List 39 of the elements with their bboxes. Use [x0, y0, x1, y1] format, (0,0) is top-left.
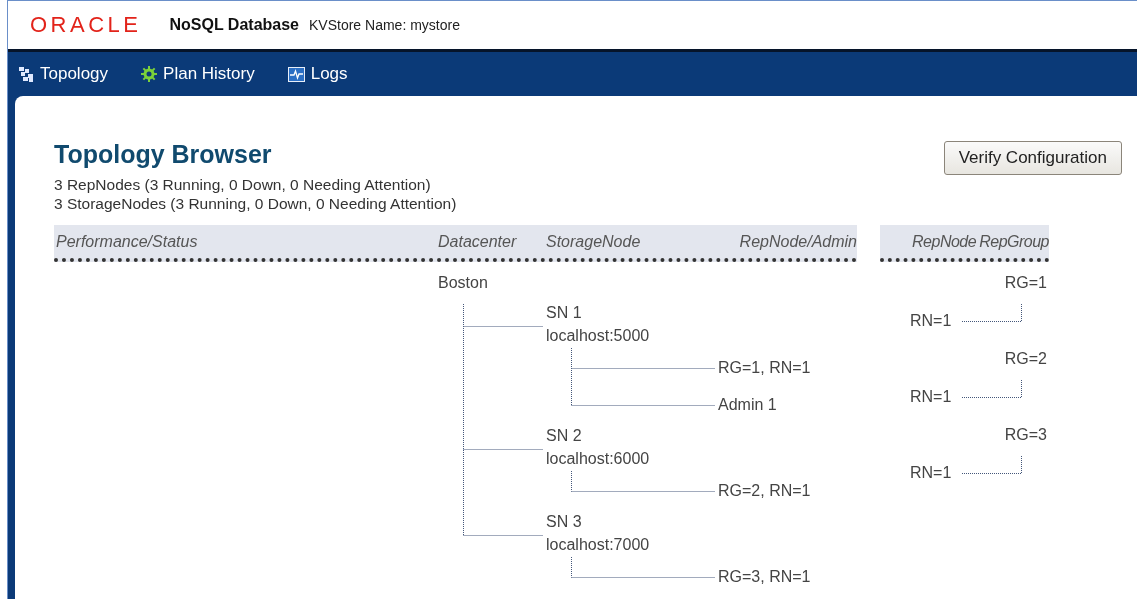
- host-label: localhost:5000: [546, 326, 650, 346]
- rep-node-label: RN=1: [910, 387, 952, 407]
- rep-group-label: RG=1: [1004, 273, 1047, 293]
- status-summary: 3 StorageNodes (3 Running, 0 Down, 0 Needing Attention): [54, 194, 457, 213]
- monitor-icon: [287, 66, 305, 82]
- datacenter-label: Boston: [438, 273, 488, 293]
- gear-icon: [141, 66, 158, 82]
- column-header: RepGroup: [979, 232, 1049, 251]
- nav-link[interactable]: Topology: [19, 64, 109, 84]
- grid-icon: [19, 66, 34, 82]
- column-header: Datacenter: [438, 232, 517, 251]
- page-title: Topology Browser: [54, 140, 273, 169]
- rep-node-label: Admin 1: [718, 395, 777, 415]
- rep-node-label: RG=1, RN=1: [718, 358, 811, 378]
- rep-node-label: RG=3, RN=1: [718, 567, 811, 587]
- status-summary: 3 RepNodes (3 Running, 0 Down, 0 Needing Attention): [54, 175, 432, 194]
- rep-group-label: RG=3: [1004, 425, 1047, 445]
- column-header: RepNode/Admin: [739, 232, 857, 251]
- column-header: RepNode: [912, 232, 977, 251]
- rep-group-label: RG=2: [1004, 349, 1047, 369]
- nav-link[interactable]: Plan History: [141, 64, 255, 84]
- product-name: NoSQL Database: [169, 16, 299, 34]
- rep-node-label: RN=1: [910, 463, 952, 483]
- host-label: localhost:6000: [546, 449, 650, 469]
- storage-node-label: SN 2: [546, 426, 582, 446]
- tree-line: [961, 455, 1022, 474]
- column-header: StorageNode: [546, 232, 641, 251]
- nav-link[interactable]: Logs: [287, 64, 348, 84]
- column-header: Performance/Status: [56, 232, 198, 251]
- verify-configuration-button[interactable]: Verify Configuration: [943, 141, 1122, 175]
- tree-line: [961, 379, 1022, 398]
- tree-line: [961, 303, 1022, 322]
- rep-node-label: RG=2, RN=1: [718, 481, 811, 501]
- rep-node-label: RN=1: [910, 311, 952, 331]
- store-name: KVStore Name: mystore: [309, 17, 460, 33]
- host-label: localhost:7000: [546, 535, 650, 555]
- oracle-logo: ORACLE: [30, 12, 142, 38]
- storage-node-label: SN 1: [546, 303, 582, 323]
- storage-node-label: SN 3: [546, 512, 582, 532]
